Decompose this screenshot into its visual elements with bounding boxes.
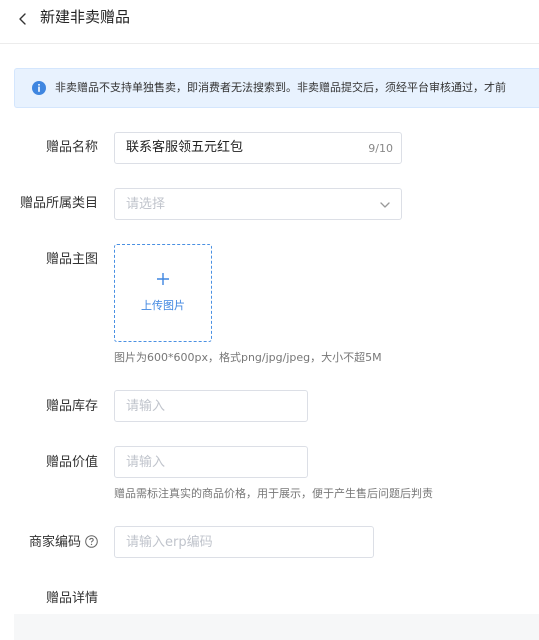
details-editor-area: [14, 614, 539, 640]
plus-icon: [157, 273, 169, 285]
upload-image-label: 上传图片: [141, 299, 185, 312]
question-circle-icon[interactable]: [85, 535, 98, 548]
gift-name-label: 赠品名称: [45, 140, 98, 155]
gift-value-label: 赠品价值: [45, 455, 98, 470]
upload-image-button[interactable]: 上传图片: [114, 244, 212, 342]
gift-main-image-label: 赠品主图: [45, 252, 98, 267]
chevron-left-icon: [19, 13, 26, 25]
gift-value-input[interactable]: 请输入: [114, 446, 308, 478]
merchant-code-placeholder: 请输入erp编码: [126, 535, 213, 550]
notice-banner: 非卖赠品不支持单独售卖，即消费者无法搜索到。非卖赠品提交后，须经平台审核通过，才…: [14, 68, 539, 108]
category-placeholder: 请选择: [126, 197, 166, 212]
gift-name-value: 联系客服领五元红包: [126, 140, 244, 155]
value-hint: 赠品需标注真实的商品价格，用于展示，便于产生售后问题后判责: [114, 487, 433, 500]
notice-text: 非卖赠品不支持单独售卖，即消费者无法搜索到。非卖赠品提交后，须经平台审核通过，才…: [55, 81, 506, 94]
page-header: 新建非卖赠品: [0, 0, 539, 44]
image-hint: 图片为600*600px，格式png/jpg/jpeg，大小不超5M: [114, 351, 382, 364]
back-button[interactable]: [12, 8, 34, 30]
gift-details-label: 赠品详情: [45, 591, 98, 606]
chevron-down-icon: [380, 202, 390, 208]
merchant-code-label-wrap: 商家编码: [29, 534, 98, 552]
stock-placeholder: 请输入: [126, 399, 166, 414]
page-title: 新建非卖赠品: [40, 8, 131, 26]
merchant-code-input[interactable]: 请输入erp编码: [114, 526, 374, 558]
info-circle-icon: [32, 81, 46, 95]
merchant-code-label: 商家编码: [28, 535, 81, 550]
value-placeholder: 请输入: [126, 455, 166, 470]
gift-category-select[interactable]: 请选择: [114, 188, 402, 220]
gift-stock-label: 赠品库存: [45, 399, 98, 414]
gift-category-label: 赠品所属类目: [19, 196, 98, 211]
gift-name-input[interactable]: 联系客服领五元红包 9/10: [114, 132, 402, 164]
gift-stock-input[interactable]: 请输入: [114, 390, 308, 422]
char-counter: 9/10: [368, 142, 393, 155]
